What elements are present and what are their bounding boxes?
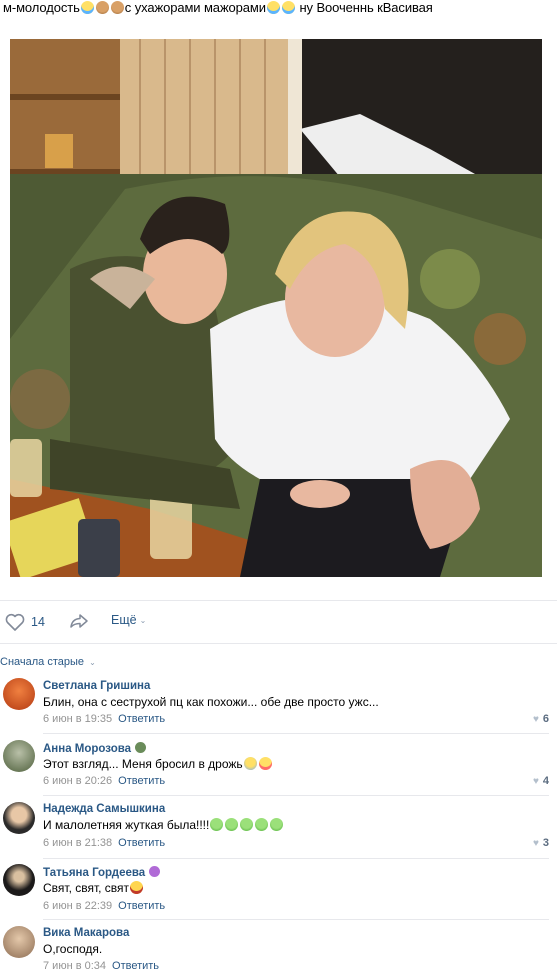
comment-date[interactable]: 6 июн в 19:35 xyxy=(43,713,112,725)
comment-text-content: Этот взгляд... Меня бросил в дрожь xyxy=(43,757,243,771)
comment-author-name: Татьяна Гордеева xyxy=(43,867,146,879)
comment-author[interactable]: Татьяна Гордеева xyxy=(43,866,161,879)
comment-divider xyxy=(43,733,549,734)
fearful-face-emoji-icon xyxy=(243,757,257,770)
comment-divider xyxy=(43,919,549,920)
reply-link[interactable]: Ответить xyxy=(118,900,165,912)
chevron-down-icon: ⌄ xyxy=(139,615,147,625)
comment-like-count: 4 xyxy=(542,775,549,787)
avatar[interactable] xyxy=(3,740,35,772)
comment-meta: 6 июн в 20:26 Ответить xyxy=(43,775,165,787)
crystal-ball-emoji-icon xyxy=(149,866,161,877)
comment-date[interactable]: 7 июн в 0:34 xyxy=(43,960,106,972)
alien-emoji-icon xyxy=(135,742,147,753)
reply-link[interactable]: Ответить xyxy=(112,960,159,972)
caption-text-2: с ухажорами мажорами xyxy=(124,0,266,15)
comment-text: Свят, свят, свят xyxy=(43,881,144,895)
comment-author[interactable]: Светлана Гришина xyxy=(43,680,150,692)
nauseated-face-emoji-icon xyxy=(240,818,254,831)
caption-text-3: ну Вооченнь кВасивая xyxy=(295,0,433,15)
comment-like-count: 6 xyxy=(542,713,549,725)
comment-meta: 6 июн в 21:38 Ответить xyxy=(43,837,165,849)
reply-link[interactable]: Ответить xyxy=(118,713,165,725)
comment-divider xyxy=(43,795,549,796)
nauseated-face-emoji-icon xyxy=(225,818,239,831)
see-no-evil-monkey-emoji-icon xyxy=(110,1,124,14)
comment-like-count: 3 xyxy=(542,837,549,849)
avatar[interactable] xyxy=(3,926,35,958)
heart-icon: ♥ xyxy=(532,837,539,849)
comment-like-button[interactable]: ♥ 4 xyxy=(533,775,549,787)
more-button[interactable]: Ещё ⌄ xyxy=(111,613,146,627)
sort-label: Сначала старые xyxy=(0,656,85,668)
laughing-tears-emoji-icon xyxy=(281,1,295,14)
comment-text: О,господя. xyxy=(43,942,103,956)
comment-like-button[interactable]: ♥ 3 xyxy=(533,837,549,849)
scream-face-emoji-icon xyxy=(130,881,144,894)
crazy-face-emoji-icon xyxy=(258,757,272,770)
post-actions-bar: 14 Ещё ⌄ xyxy=(0,600,557,641)
comment-author[interactable]: Анна Морозова xyxy=(43,742,147,755)
comment-date[interactable]: 6 июн в 22:39 xyxy=(43,900,112,912)
post-caption: м-молодость с ухажорами мажорами ну Вооче… xyxy=(3,0,433,16)
comments-sort-dropdown[interactable]: Сначала старые ⌄ xyxy=(0,656,96,668)
comment-date[interactable]: 6 июн в 21:38 xyxy=(43,837,112,849)
avatar[interactable] xyxy=(3,678,35,710)
post-photo[interactable] xyxy=(10,39,542,577)
nauseated-face-emoji-icon xyxy=(255,818,269,831)
avatar[interactable] xyxy=(3,802,35,834)
nauseated-face-emoji-icon xyxy=(270,818,284,831)
comment-divider xyxy=(43,858,549,859)
reply-link[interactable]: Ответить xyxy=(118,837,165,849)
comment-text-content: И малолетняя жуткая была!!!! xyxy=(43,818,210,832)
comment-text-content: Свят, свят, свят xyxy=(43,881,130,895)
comment-meta: 7 июн в 0:34 Ответить xyxy=(43,960,159,972)
comment-text: И малолетняя жуткая была!!!! xyxy=(43,818,284,832)
more-label: Ещё xyxy=(111,613,137,627)
heart-icon xyxy=(5,613,25,631)
share-button[interactable] xyxy=(69,613,89,629)
share-arrow-icon xyxy=(70,614,88,628)
chevron-down-icon: ⌄ xyxy=(89,658,96,667)
comment-text: Этот взгляд... Меня бросил в дрожь xyxy=(43,757,273,771)
comment-meta: 6 июн в 22:39 Ответить xyxy=(43,900,165,912)
see-no-evil-monkey-emoji-icon xyxy=(95,1,109,14)
comment-meta: 6 июн в 19:35 Ответить xyxy=(43,713,165,725)
comment-date[interactable]: 6 июн в 20:26 xyxy=(43,775,112,787)
laughing-tears-emoji-icon xyxy=(80,1,94,14)
laughing-tears-emoji-icon xyxy=(266,1,280,14)
comment-author-name: Анна Морозова xyxy=(43,743,132,755)
heart-icon: ♥ xyxy=(532,713,539,725)
comment-text: Блин, она с сеструхой пц как похожи... о… xyxy=(43,695,379,709)
like-button[interactable]: 14 xyxy=(5,613,45,631)
caption-text-1: м-молодость xyxy=(3,0,80,15)
comment-author[interactable]: Надежда Самышкина xyxy=(43,803,165,815)
actions-divider xyxy=(0,643,557,644)
like-count: 14 xyxy=(31,615,45,629)
nauseated-face-emoji-icon xyxy=(210,818,224,831)
reply-link[interactable]: Ответить xyxy=(118,775,165,787)
heart-icon: ♥ xyxy=(532,775,539,787)
comment-author[interactable]: Вика Макарова xyxy=(43,927,129,939)
avatar[interactable] xyxy=(3,864,35,896)
comment-like-button[interactable]: ♥ 6 xyxy=(533,713,549,725)
